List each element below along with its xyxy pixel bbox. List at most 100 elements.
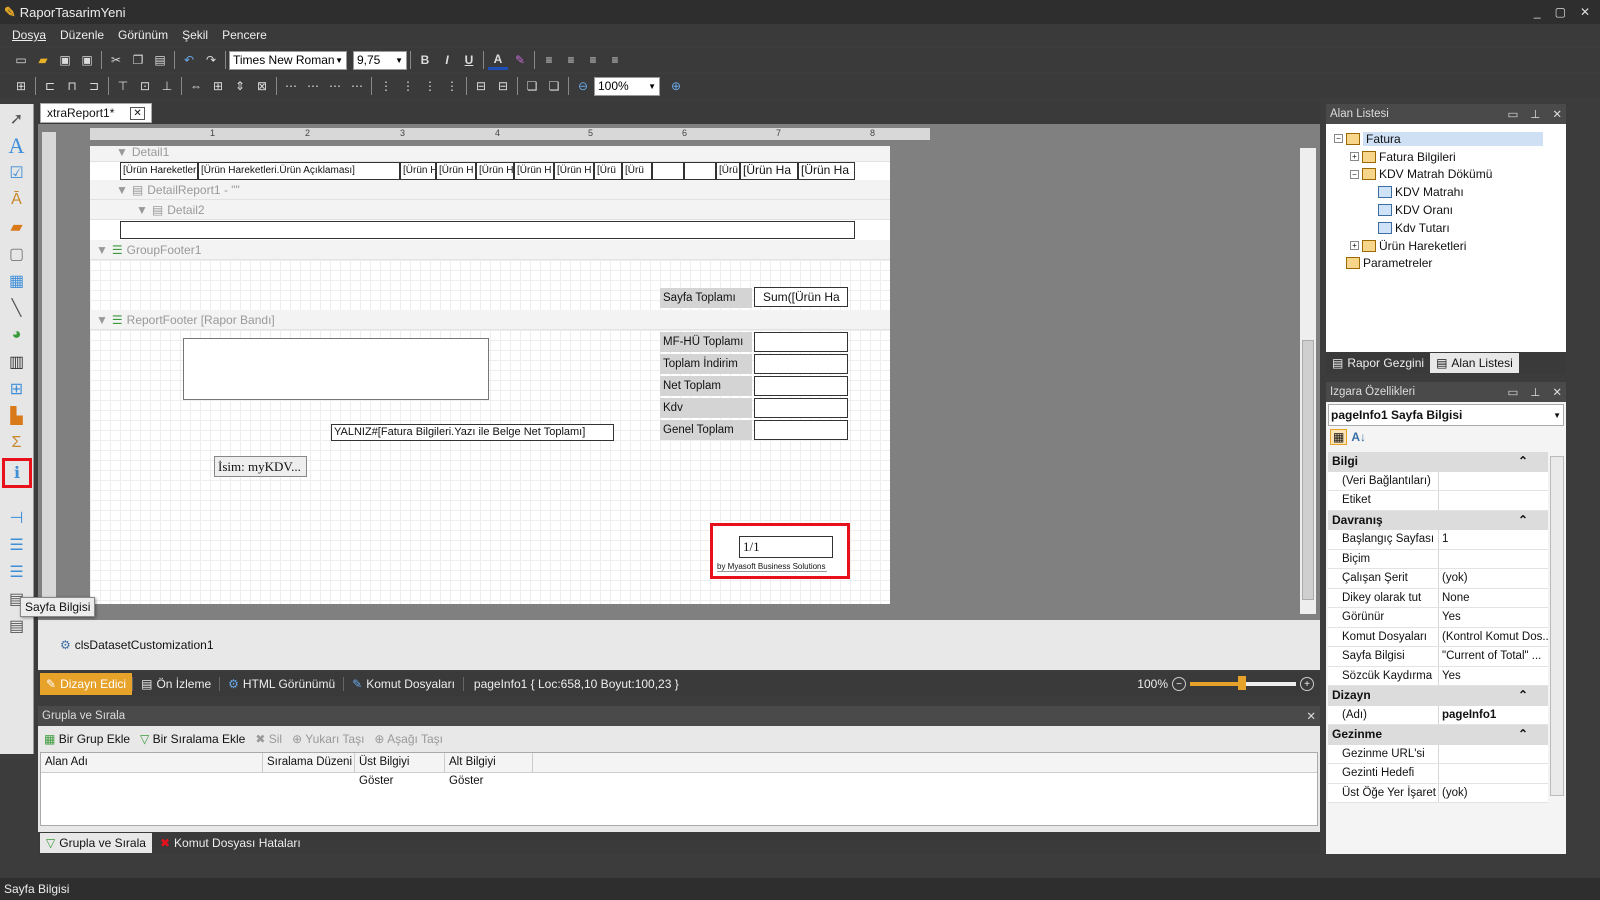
font-size-combo[interactable]: 9,75 ▼ [353,50,407,70]
tab-designer[interactable]: ✎ Dizayn Edici [40,673,133,695]
props-vscroll[interactable] [1550,456,1564,796]
underline-button[interactable]: U [459,50,479,70]
font-name-combo[interactable]: Times New Roman ▼ [229,50,347,70]
detail-cell[interactable]: [Ürün H [554,162,594,180]
pin-icon[interactable]: ⊥ [1530,107,1540,121]
sayfa-toplami-value[interactable]: Sum([Ürün Ha [754,287,848,307]
column-alan-adi[interactable]: Alan Adı [41,753,263,772]
bring-front-icon[interactable]: ❏ [522,76,542,96]
close-icon[interactable]: ✕ [130,106,145,120]
categorized-icon[interactable]: ▦ [1330,429,1348,445]
footer-label-mf-hu[interactable]: MF-HÜ Toplamı [660,332,752,352]
tree-item[interactable]: + Fatura Bilgileri [1334,148,1566,166]
save-icon[interactable]: ▣ [55,50,75,70]
align-middles-icon[interactable]: ⊡ [135,76,155,96]
footer-field-indirim[interactable] [754,354,848,374]
collapse-icon[interactable]: ▼ [116,146,128,159]
cross-band-line-icon[interactable]: ☰ [5,533,29,557]
detail-cell[interactable]: [Ürü [716,162,740,180]
open-icon[interactable]: ▰ [33,50,53,70]
footer-field-mf-hu[interactable] [754,332,848,352]
zoom-combo[interactable]: 100% ▼ [594,76,660,96]
close-icon[interactable]: ✕ [1552,107,1562,121]
property-row[interactable]: Sözcük Kaydırma Yes [1328,666,1548,686]
property-row[interactable]: Üst Öğe Yer İşaret (yok) [1328,783,1548,803]
tab-script-errors[interactable]: ✖ Komut Dosyası Hataları [152,836,309,850]
zoom-out-icon[interactable]: − [1172,677,1186,691]
column-ust-bilgi[interactable]: Üst Bilgiyi Göster [355,753,445,787]
justify-icon[interactable]: ≡ [605,50,625,70]
yalniz-field[interactable]: YALNIZ#[Fatura Bilgileri.Yazı ile Belge … [331,424,614,441]
isim-field[interactable]: İsim: myKDV... [214,456,307,477]
menu-sekil[interactable]: Şekil [182,28,208,42]
align-lefts-icon[interactable]: ⊏ [40,76,60,96]
page-break-tool-icon[interactable]: ⊣ [5,506,29,530]
collapse-icon[interactable]: ▼ [96,313,108,327]
cross-band-box-icon[interactable]: ☰ [5,560,29,584]
menu-pencere[interactable]: Pencere [222,28,267,42]
minimize-panel-icon[interactable]: ▭ [1507,385,1518,399]
richtext-tool-icon[interactable]: Ā [5,188,29,212]
property-value[interactable] [1438,471,1548,490]
footer-label-kdv[interactable]: Kdv [660,398,752,418]
property-value[interactable]: "Current of Total" ... [1438,647,1548,666]
property-row[interactable]: Sayfa Bilgisi "Current of Total" ... [1328,647,1548,667]
property-row[interactable]: Başlangıç Sayfası 1 [1328,530,1548,550]
category-gezinme[interactable]: Gezinme ⌃ [1328,725,1548,745]
footer-label-net[interactable]: Net Toplam [660,376,752,396]
collapse-icon[interactable]: ⌃ [1518,511,1528,530]
footer-field-kdv[interactable] [754,398,848,418]
property-row[interactable]: Biçim [1328,549,1548,569]
add-sort-button[interactable]: ▽ Bir Sıralama Ekle [140,732,245,746]
footer-field-net[interactable] [754,376,848,396]
detail-cell[interactable]: [Ürün Ha [740,162,798,180]
v-spacing-equal-icon[interactable]: ⋮ [376,76,396,96]
close-button[interactable]: ✕ [1580,5,1590,19]
property-row[interactable]: Görünür Yes [1328,608,1548,628]
band-detail2-header[interactable]: ▼ ▤ Detail2 [90,200,890,220]
move-down-button[interactable]: ⊕ Aşağı Taşı [374,732,443,746]
zoom-out-icon[interactable]: ⊖ [573,76,593,96]
align-grid-icon[interactable]: ⊞ [11,76,31,96]
component-item[interactable]: clsDatasetCustomization1 [75,638,214,652]
menu-duzenle[interactable]: Düzenle [60,28,104,42]
tree-item[interactable]: − KDV Matrah Dökümü [1334,166,1566,184]
save-all-icon[interactable]: ▣ [77,50,97,70]
picture-tool-icon[interactable]: ▰ [5,215,29,239]
line-tool-icon[interactable]: ╲ [5,296,29,320]
h-spacing-inc-icon[interactable]: ⋯ [303,76,323,96]
expand-icon[interactable]: − [1350,169,1359,179]
redo-icon[interactable]: ↷ [201,50,221,70]
clipboard-tool-icon[interactable]: ▤ [5,614,29,638]
category-dizayn[interactable]: Dizayn ⌃ [1328,686,1548,706]
property-value[interactable]: (yok) [1438,783,1548,802]
align-right-icon[interactable]: ≡ [583,50,603,70]
same-size-icon[interactable]: ⊠ [252,76,272,96]
zipcode-tool-icon[interactable]: ⊞ [5,377,29,401]
tree-item[interactable]: + Ürün Hareketleri [1334,237,1566,255]
tab-scripts[interactable]: ✎ Komut Dosyaları [343,677,463,691]
sayfa-toplami-label[interactable]: Sayfa Toplamı [660,288,752,308]
tree-item[interactable]: Kdv Tutarı [1334,219,1566,237]
expand-icon[interactable]: + [1350,241,1359,251]
same-width-icon[interactable]: ⇔ [186,76,206,96]
column-alt-bilgi[interactable]: Alt Bilgiyi Göster [445,753,533,787]
property-row[interactable]: Gezinme URL'si [1328,744,1548,764]
property-value[interactable]: (yok) [1438,569,1548,588]
property-value[interactable]: Yes [1438,608,1548,627]
property-row[interactable]: Gezinti Hedefi [1328,764,1548,784]
pin-icon[interactable]: ⊥ [1530,385,1540,399]
detail-cell[interactable]: [Ürü [622,162,652,180]
center-v-icon[interactable]: ⊟ [493,76,513,96]
center-h-icon[interactable]: ⊟ [471,76,491,96]
property-row[interactable]: (Veri Bağlantıları) [1328,471,1548,491]
band-groupfooter-header[interactable]: ▼ ☰ GroupFooter1 [90,240,890,260]
move-up-button[interactable]: ⊕ Yukarı Taşı [292,732,364,746]
page-info-tool-icon[interactable]: ℹ [2,458,32,488]
paste-icon[interactable]: ▤ [150,50,170,70]
footer-label-indirim[interactable]: Toplam İndirim [660,354,752,374]
property-row[interactable]: Etiket [1328,491,1548,511]
h-spacing-equal-icon[interactable]: ⋯ [281,76,301,96]
barcode-tool-icon[interactable]: ▥ [5,350,29,374]
detail-cell[interactable]: [Ürün Ha [798,162,855,180]
